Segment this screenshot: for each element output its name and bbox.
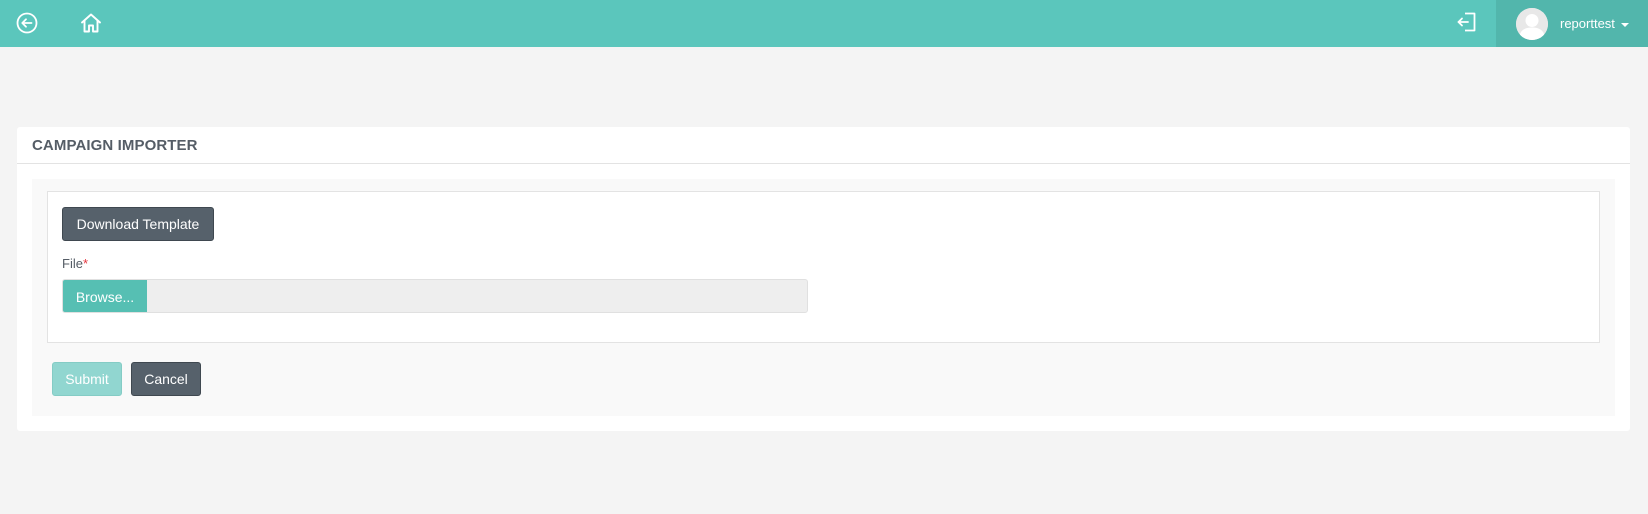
import-form-panel: Download Template File* Browse... (47, 191, 1600, 343)
submit-button[interactable]: Submit (52, 362, 122, 396)
campaign-importer-card: CAMPAIGN IMPORTER Download Template File… (17, 127, 1630, 431)
file-input[interactable]: Browse... (62, 279, 808, 313)
page-title: CAMPAIGN IMPORTER (32, 136, 198, 154)
home-button[interactable] (74, 6, 108, 40)
file-label-text: File (62, 256, 83, 271)
required-marker: * (82, 256, 89, 271)
top-navbar: reporttest (0, 0, 1648, 47)
user-avatar-icon (1516, 7, 1548, 40)
card-header: CAMPAIGN IMPORTER (17, 127, 1630, 164)
chevron-down-icon (1620, 22, 1629, 27)
back-button[interactable] (10, 6, 44, 40)
arrow-left-circle-icon (16, 12, 38, 34)
browse-button[interactable]: Browse... (63, 280, 147, 312)
user-menu[interactable]: reporttest (1496, 0, 1648, 47)
card-body: Download Template File* Browse... Submit… (32, 179, 1615, 416)
home-icon (81, 13, 101, 33)
file-field-label: File* (62, 256, 88, 271)
cancel-button[interactable]: Cancel (131, 362, 201, 396)
logout-icon (1457, 12, 1476, 32)
logout-button[interactable] (1450, 5, 1484, 39)
download-template-button[interactable]: Download Template (62, 207, 214, 241)
username-label: reporttest (1560, 16, 1615, 31)
